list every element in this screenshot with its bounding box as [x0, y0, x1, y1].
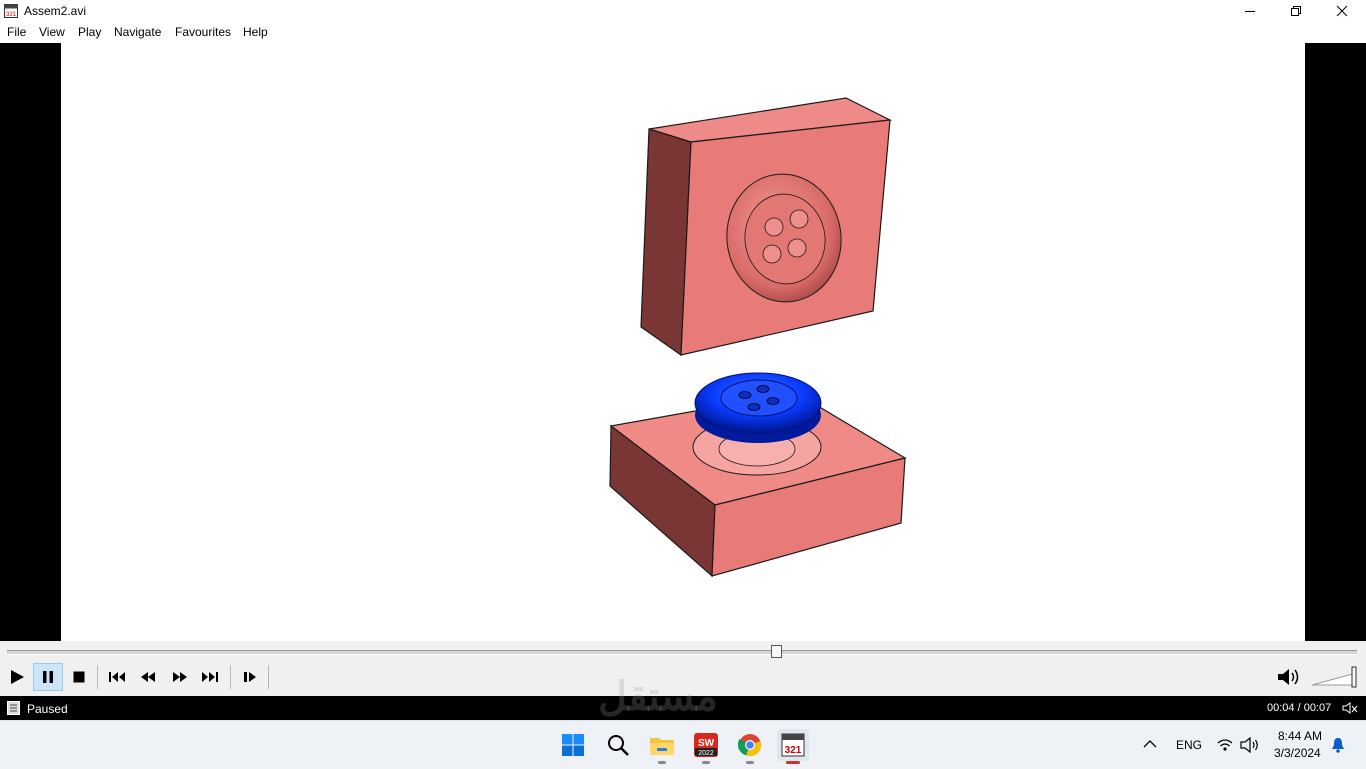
muted-speaker-icon[interactable] — [1342, 702, 1358, 714]
window-title: Assem2.avi — [24, 4, 87, 18]
restore-icon — [1291, 6, 1301, 16]
pause-button[interactable] — [33, 663, 63, 691]
search-button[interactable] — [602, 729, 634, 761]
mold-assembly-render — [609, 97, 907, 578]
document-icon — [7, 701, 20, 715]
windows-start-icon — [562, 734, 584, 756]
title-bar: 321 Assem2.avi — [0, 0, 1366, 22]
separator — [97, 665, 98, 689]
file-explorer-button[interactable] — [646, 729, 678, 764]
volume-icon[interactable] — [1240, 737, 1260, 753]
menu-bar: File View Play Navigate Favourites Help — [0, 22, 1366, 44]
wifi-icon[interactable] — [1217, 738, 1233, 752]
frame-step-button[interactable] — [235, 663, 265, 691]
media-player-classic-icon: 321 — [781, 733, 805, 757]
menu-navigate[interactable]: Navigate — [114, 25, 161, 39]
fast-forward-button[interactable] — [165, 663, 195, 691]
search-icon — [608, 735, 629, 756]
menu-help[interactable]: Help — [243, 25, 268, 39]
solidworks-button[interactable]: SW 2022 — [690, 729, 722, 764]
fast-forward-icon — [173, 672, 187, 682]
stop-icon — [73, 671, 85, 683]
menu-file[interactable]: File — [7, 25, 26, 39]
svg-text:321: 321 — [785, 745, 802, 756]
chevron-up-icon[interactable] — [1143, 739, 1157, 749]
plastic-button-part — [694, 372, 822, 443]
seek-bar[interactable] — [7, 650, 1357, 655]
minimize-button[interactable] — [1227, 0, 1273, 22]
active-indicator — [786, 761, 800, 764]
svg-text:321: 321 — [6, 12, 17, 18]
mute-button[interactable] — [1274, 663, 1304, 691]
rewind-icon — [141, 672, 155, 682]
language-indicator[interactable]: ENG — [1176, 738, 1202, 752]
svg-text:2022: 2022 — [698, 750, 714, 757]
watermark: مستقل — [598, 675, 718, 719]
separator — [230, 665, 231, 689]
playback-status: Paused — [27, 702, 68, 716]
minimize-icon — [1245, 11, 1255, 12]
time-display: 00:04 / 00:07 — [1267, 702, 1332, 714]
chrome-icon — [738, 734, 762, 757]
rewind-button[interactable] — [133, 663, 163, 691]
running-indicator — [658, 761, 666, 764]
play-button[interactable] — [2, 663, 32, 691]
menu-view[interactable]: View — [39, 25, 65, 39]
clock-time[interactable]: 8:44 AM — [1278, 729, 1322, 743]
svg-text:SW: SW — [698, 738, 715, 749]
solidworks-icon: SW 2022 — [694, 733, 718, 757]
skip-next-icon — [202, 672, 218, 682]
play-icon — [11, 670, 24, 684]
app-icon: 321 — [4, 4, 18, 18]
volume-slider[interactable] — [1310, 665, 1360, 689]
skip-previous-icon — [109, 672, 125, 682]
frame-step-icon — [244, 672, 256, 682]
folder-icon — [650, 738, 674, 755]
media-player-button[interactable]: 321 — [777, 729, 809, 764]
close-button[interactable] — [1319, 0, 1365, 22]
chrome-button[interactable] — [734, 729, 766, 764]
menu-play[interactable]: Play — [78, 25, 101, 39]
notification-bell-icon[interactable] — [1331, 737, 1345, 753]
running-indicator — [746, 761, 754, 764]
stop-button[interactable] — [64, 663, 94, 691]
previous-button[interactable] — [102, 663, 132, 691]
seek-thumb[interactable] — [771, 645, 782, 658]
maximize-button[interactable] — [1273, 0, 1319, 22]
clock-date[interactable]: 3/3/2024 — [1274, 746, 1321, 760]
start-button[interactable] — [557, 729, 589, 761]
video-area[interactable] — [0, 43, 1366, 641]
separator — [268, 665, 269, 689]
taskbar: SW 2022 321 ENG 8:44 AM 3/3/2024 — [0, 720, 1366, 769]
speaker-icon — [1278, 669, 1299, 685]
menu-favourites[interactable]: Favourites — [175, 25, 231, 39]
close-icon — [1336, 5, 1348, 17]
volume-ramp — [1311, 666, 1357, 688]
pause-icon — [43, 671, 53, 683]
running-indicator — [702, 761, 710, 764]
video-frame — [61, 43, 1305, 641]
upper-mold — [640, 97, 893, 357]
next-button[interactable] — [195, 663, 225, 691]
